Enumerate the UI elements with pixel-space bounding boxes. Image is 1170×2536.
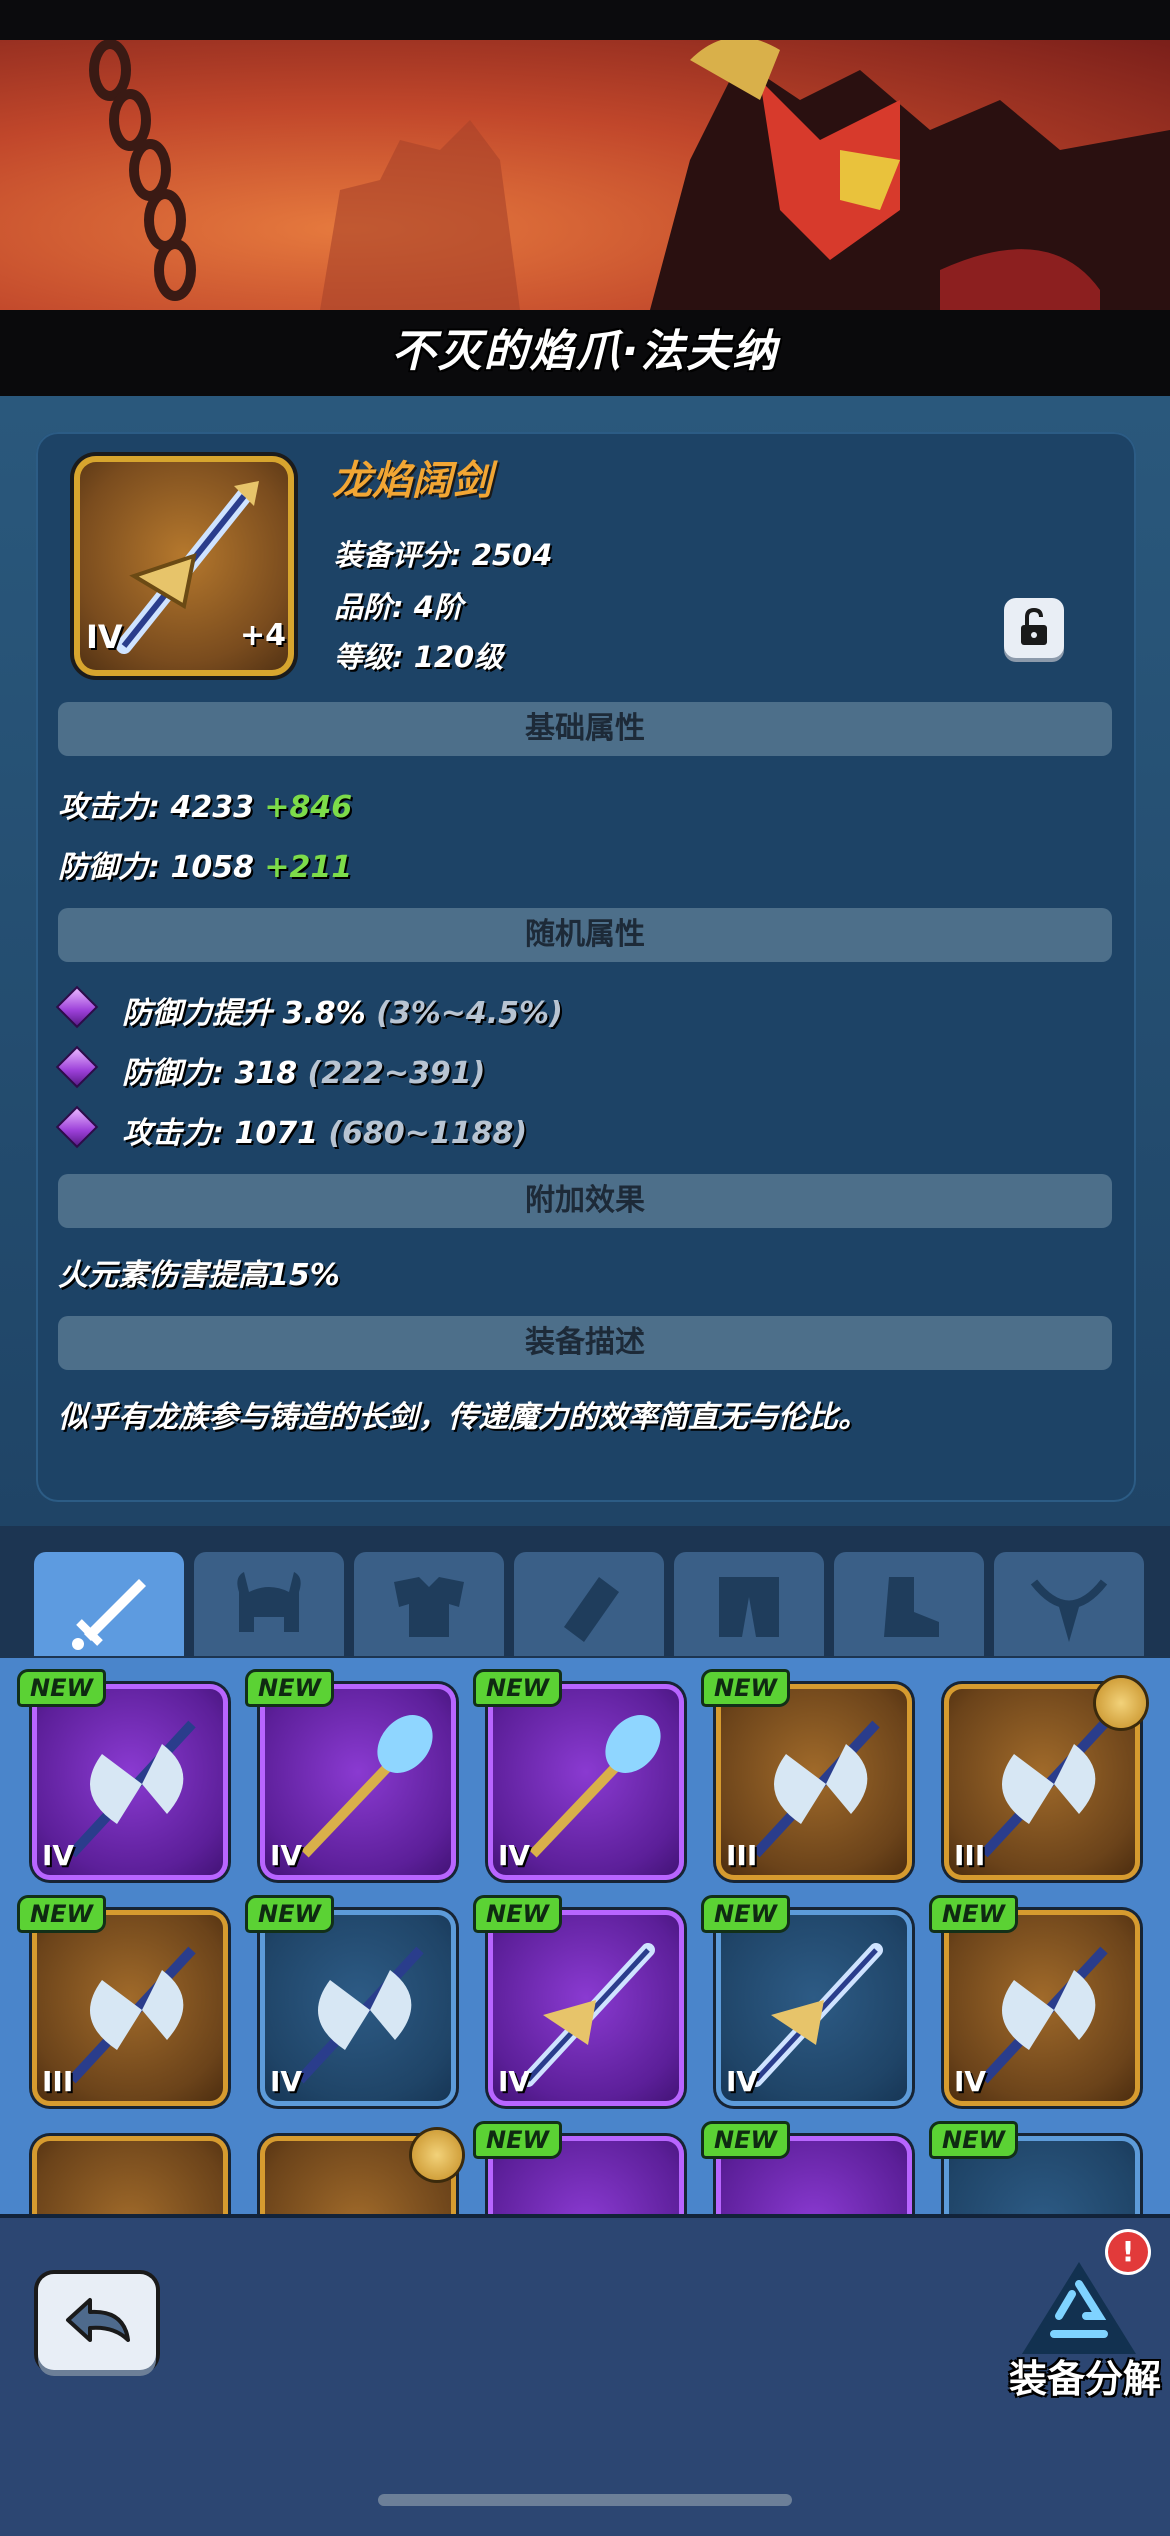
necklace-icon [1030,1579,1108,1642]
sword-icon [72,1579,146,1650]
inventory-slot[interactable]: III [944,1678,1146,1880]
tab-weapon[interactable] [34,1552,184,1656]
item-description: 似乎有龙族参与铸造的长剑，传递魔力的效率简直无与伦比。 [58,1400,868,1435]
section-title-random: 随机属性 [525,917,645,952]
new-tag: NEW [248,1898,331,1930]
tier-label: III [954,1839,986,1872]
inventory-slot[interactable]: NEW III [704,1672,912,1880]
section-title-extra: 附加效果 [525,1183,645,1218]
new-tag: NEW [932,1898,1015,1930]
inventory-slot[interactable]: NEW IV [248,1898,456,2106]
inventory-slot[interactable]: NEW IV [704,1898,912,2106]
tab-necklace[interactable] [994,1552,1144,1656]
new-tag: NEW [704,2124,787,2156]
bracer-icon [564,1577,619,1642]
new-tag: NEW [476,1898,559,1930]
random-stat-1: 防御力提升 3.8% (3%~4.5%) [122,996,563,1031]
hero-badge-icon [412,2130,462,2180]
salvage-label[interactable]: 装备分解 [1000,2348,1170,2403]
inventory-slot[interactable]: NEW [476,2124,684,2214]
base-stat-defense: 防御力: 1058 +211 [58,850,353,885]
new-tag: NEW [20,1672,103,1704]
tier-label: III [42,2065,74,2098]
tier-label: IV [498,1839,531,1872]
inventory-slot[interactable]: NEW IV [476,1898,684,2106]
back-arrow-icon [66,2298,130,2342]
hero-art [89,40,1170,310]
inventory-slot[interactable] [32,2136,228,2214]
helmet-icon [237,1572,301,1632]
new-tag: NEW [932,2124,1015,2156]
inventory-slot[interactable]: NEW IV [20,1672,228,1880]
back-button[interactable] [38,2274,156,2370]
inventory-slot[interactable]: NEW IV [932,1898,1140,2106]
new-tag: NEW [476,2124,559,2156]
tier-label: IV [498,2065,531,2098]
random-stat-3: 攻击力: 1071 (680~1188) [122,1116,528,1151]
tab-pants[interactable] [674,1552,824,1656]
hero-badge-icon [1096,1678,1146,1728]
new-tag: NEW [704,1898,787,1930]
tab-armor[interactable] [354,1552,504,1656]
tier-label: IV [86,618,123,656]
stat-bonus: +846 [264,790,353,825]
tier-label: IV [954,2065,987,2098]
section-title-base: 基础属性 [525,711,645,746]
item-score: 装备评分: 2504 [334,538,553,572]
item-name: 龙焰阔剑 [332,458,492,504]
new-tag: NEW [704,1672,787,1704]
inventory-grid: NEW IV NEW IV NEW IV NEW III III NEW III… [0,1658,1170,2214]
tab-helmet[interactable] [194,1552,344,1656]
boots-icon [884,1577,939,1637]
home-indicator [378,2494,792,2506]
enhance-level: +4 [240,618,287,653]
chain-icon [89,40,196,301]
inventory-slot[interactable]: NEW [932,2124,1140,2214]
tab-bracer[interactable] [514,1552,664,1656]
tier-label: IV [270,1839,303,1872]
tier-label: IV [270,2065,303,2098]
hero-title: 不灭的焰爪·法夫纳 [391,326,779,377]
section-title-desc: 装备描述 [525,1325,645,1360]
armor-icon [394,1577,464,1637]
lock-button[interactable] [1004,598,1064,658]
new-tag: NEW [20,1898,103,1930]
pants-icon [719,1577,779,1637]
alert-badge: ! [1108,2232,1148,2272]
status-bar [0,0,1170,40]
unlock-icon [1021,607,1047,645]
tier-label: IV [42,1839,75,1872]
base-stat-attack: 攻击力: 4233 +846 [58,790,353,825]
inventory-slot[interactable]: NEW [704,2124,912,2214]
bottom-bar [0,2214,1170,2536]
tier-label: III [726,1839,758,1872]
item-grade: 品阶: 4阶 [334,590,463,624]
item-level: 等级: 120级 [334,640,504,674]
random-stat-2: 防御力: 318 (222~391) [122,1056,486,1091]
inventory-slot[interactable]: NEW IV [476,1672,684,1880]
new-tag: NEW [248,1672,331,1704]
stat-bonus: +211 [264,850,353,885]
tier-label: IV [726,2065,759,2098]
inventory-slot[interactable]: NEW IV [248,1672,456,1880]
new-tag: NEW [476,1672,559,1704]
inventory-slot[interactable]: NEW III [20,1898,228,2106]
extra-effect: 火元素伤害提高15% [58,1258,340,1293]
inventory-slot[interactable] [260,2130,462,2214]
hero-banner [0,40,1170,310]
tab-boots[interactable] [834,1552,984,1656]
